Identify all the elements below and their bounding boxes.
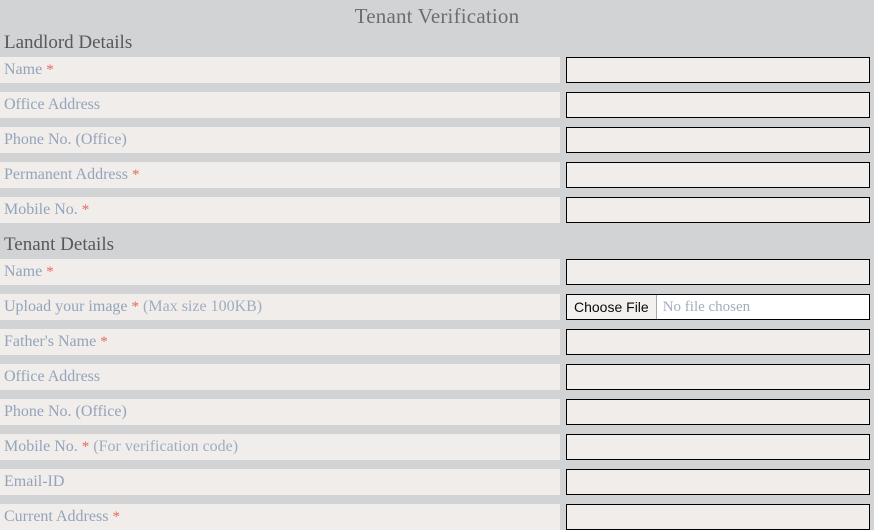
- required-asterisk: *: [46, 62, 54, 78]
- form-row-label-cell: Permanent Address *: [0, 162, 560, 188]
- form-row-label-cell: Mobile No. *: [0, 197, 560, 223]
- text-input[interactable]: [566, 329, 870, 355]
- form-row-label-cell: Email-ID: [0, 469, 560, 495]
- file-upload-control[interactable]: Choose File No file chosen: [566, 294, 870, 320]
- required-asterisk: *: [100, 334, 108, 350]
- form-row: Father's Name *: [0, 329, 874, 355]
- field-label: Name: [4, 61, 43, 78]
- section-heading: Tenant Details: [0, 232, 874, 259]
- required-asterisk: *: [81, 202, 90, 218]
- text-input[interactable]: [566, 162, 870, 188]
- text-input[interactable]: [566, 92, 870, 118]
- form-row-input-cell: [566, 259, 870, 285]
- text-input[interactable]: [566, 399, 870, 425]
- form-row-label-cell: Upload your image * (Max size 100KB): [0, 294, 560, 320]
- form-row-label-cell: Phone No. (Office): [0, 127, 560, 153]
- form-row: Email-ID: [0, 469, 874, 495]
- field-hint: (For verification code): [93, 438, 239, 455]
- form-row-input-cell: Choose File No file chosen: [566, 294, 870, 320]
- text-input[interactable]: [566, 197, 870, 223]
- field-label: Current Address: [4, 508, 109, 525]
- form-row: Mobile No. * (For verification code): [0, 434, 874, 460]
- form-row-input-cell: [566, 329, 870, 355]
- form-row-input-cell: [566, 434, 870, 460]
- field-label: Permanent Address: [4, 166, 128, 183]
- field-label: Upload your image: [4, 298, 128, 315]
- form-row-input-cell: [566, 92, 870, 118]
- form-row-input-cell: [566, 57, 870, 83]
- form-row-input-cell: [566, 504, 870, 530]
- field-label: Phone No. (Office): [4, 403, 127, 420]
- page-title: Tenant Verification: [354, 4, 520, 28]
- text-input[interactable]: [566, 364, 870, 390]
- form-row-label-cell: Office Address: [0, 364, 560, 390]
- form-row-input-cell: [566, 162, 870, 188]
- text-input[interactable]: [566, 127, 870, 153]
- form-row: Phone No. (Office): [0, 399, 874, 425]
- field-label: Father's Name: [4, 333, 97, 350]
- form-row: Upload your image * (Max size 100KB) Choose…: [0, 294, 874, 320]
- form-row-input-cell: [566, 364, 870, 390]
- text-input[interactable]: [566, 259, 870, 285]
- form-row-label-cell: Office Address: [0, 92, 560, 118]
- text-input[interactable]: [566, 434, 870, 460]
- section-heading: Landlord Details: [0, 30, 874, 57]
- form-row: Name *: [0, 57, 874, 83]
- form-row: Phone No. (Office): [0, 127, 874, 153]
- text-input[interactable]: [566, 504, 870, 530]
- form-row-input-cell: [566, 197, 870, 223]
- required-asterisk: *: [112, 509, 120, 525]
- field-label: Office Address: [4, 368, 101, 385]
- field-hint: (Max size 100KB): [143, 298, 263, 315]
- form-row-label-cell: Name *: [0, 57, 560, 83]
- form-row: Office Address: [0, 364, 874, 390]
- field-label: Office Address: [4, 96, 101, 113]
- required-asterisk: *: [131, 299, 140, 315]
- form-body: Landlord Details Name * Office Address Phone…: [0, 30, 874, 530]
- form-row: Office Address: [0, 92, 874, 118]
- field-label: Name: [4, 263, 43, 280]
- form-row-input-cell: [566, 127, 870, 153]
- required-asterisk: *: [81, 439, 90, 455]
- form-row: Name *: [0, 259, 874, 285]
- form-row-label-cell: Current Address *: [0, 504, 560, 530]
- form-row-input-cell: [566, 469, 870, 495]
- form-row-label-cell: Name *: [0, 259, 560, 285]
- required-asterisk: *: [131, 167, 140, 183]
- form-row: Permanent Address *: [0, 162, 874, 188]
- field-label: Mobile No.: [4, 201, 78, 218]
- tenant-verification-form-page: Tenant Verification Landlord Details Name…: [0, 0, 874, 530]
- form-row-label-cell: Father's Name *: [0, 329, 560, 355]
- file-chosen-status: No file chosen: [656, 295, 869, 319]
- field-label: Email-ID: [4, 473, 65, 490]
- form-row-label-cell: Mobile No. * (For verification code): [0, 434, 560, 460]
- form-row: Current Address *: [0, 504, 874, 530]
- text-input[interactable]: [566, 469, 870, 495]
- field-label: Phone No. (Office): [4, 131, 127, 148]
- field-label: Mobile No.: [4, 438, 78, 455]
- text-input[interactable]: [566, 57, 870, 83]
- required-asterisk: *: [46, 264, 54, 280]
- form-row: Mobile No. *: [0, 197, 874, 223]
- choose-file-button[interactable]: Choose File: [567, 295, 657, 319]
- form-row-label-cell: Phone No. (Office): [0, 399, 560, 425]
- form-row-input-cell: [566, 399, 870, 425]
